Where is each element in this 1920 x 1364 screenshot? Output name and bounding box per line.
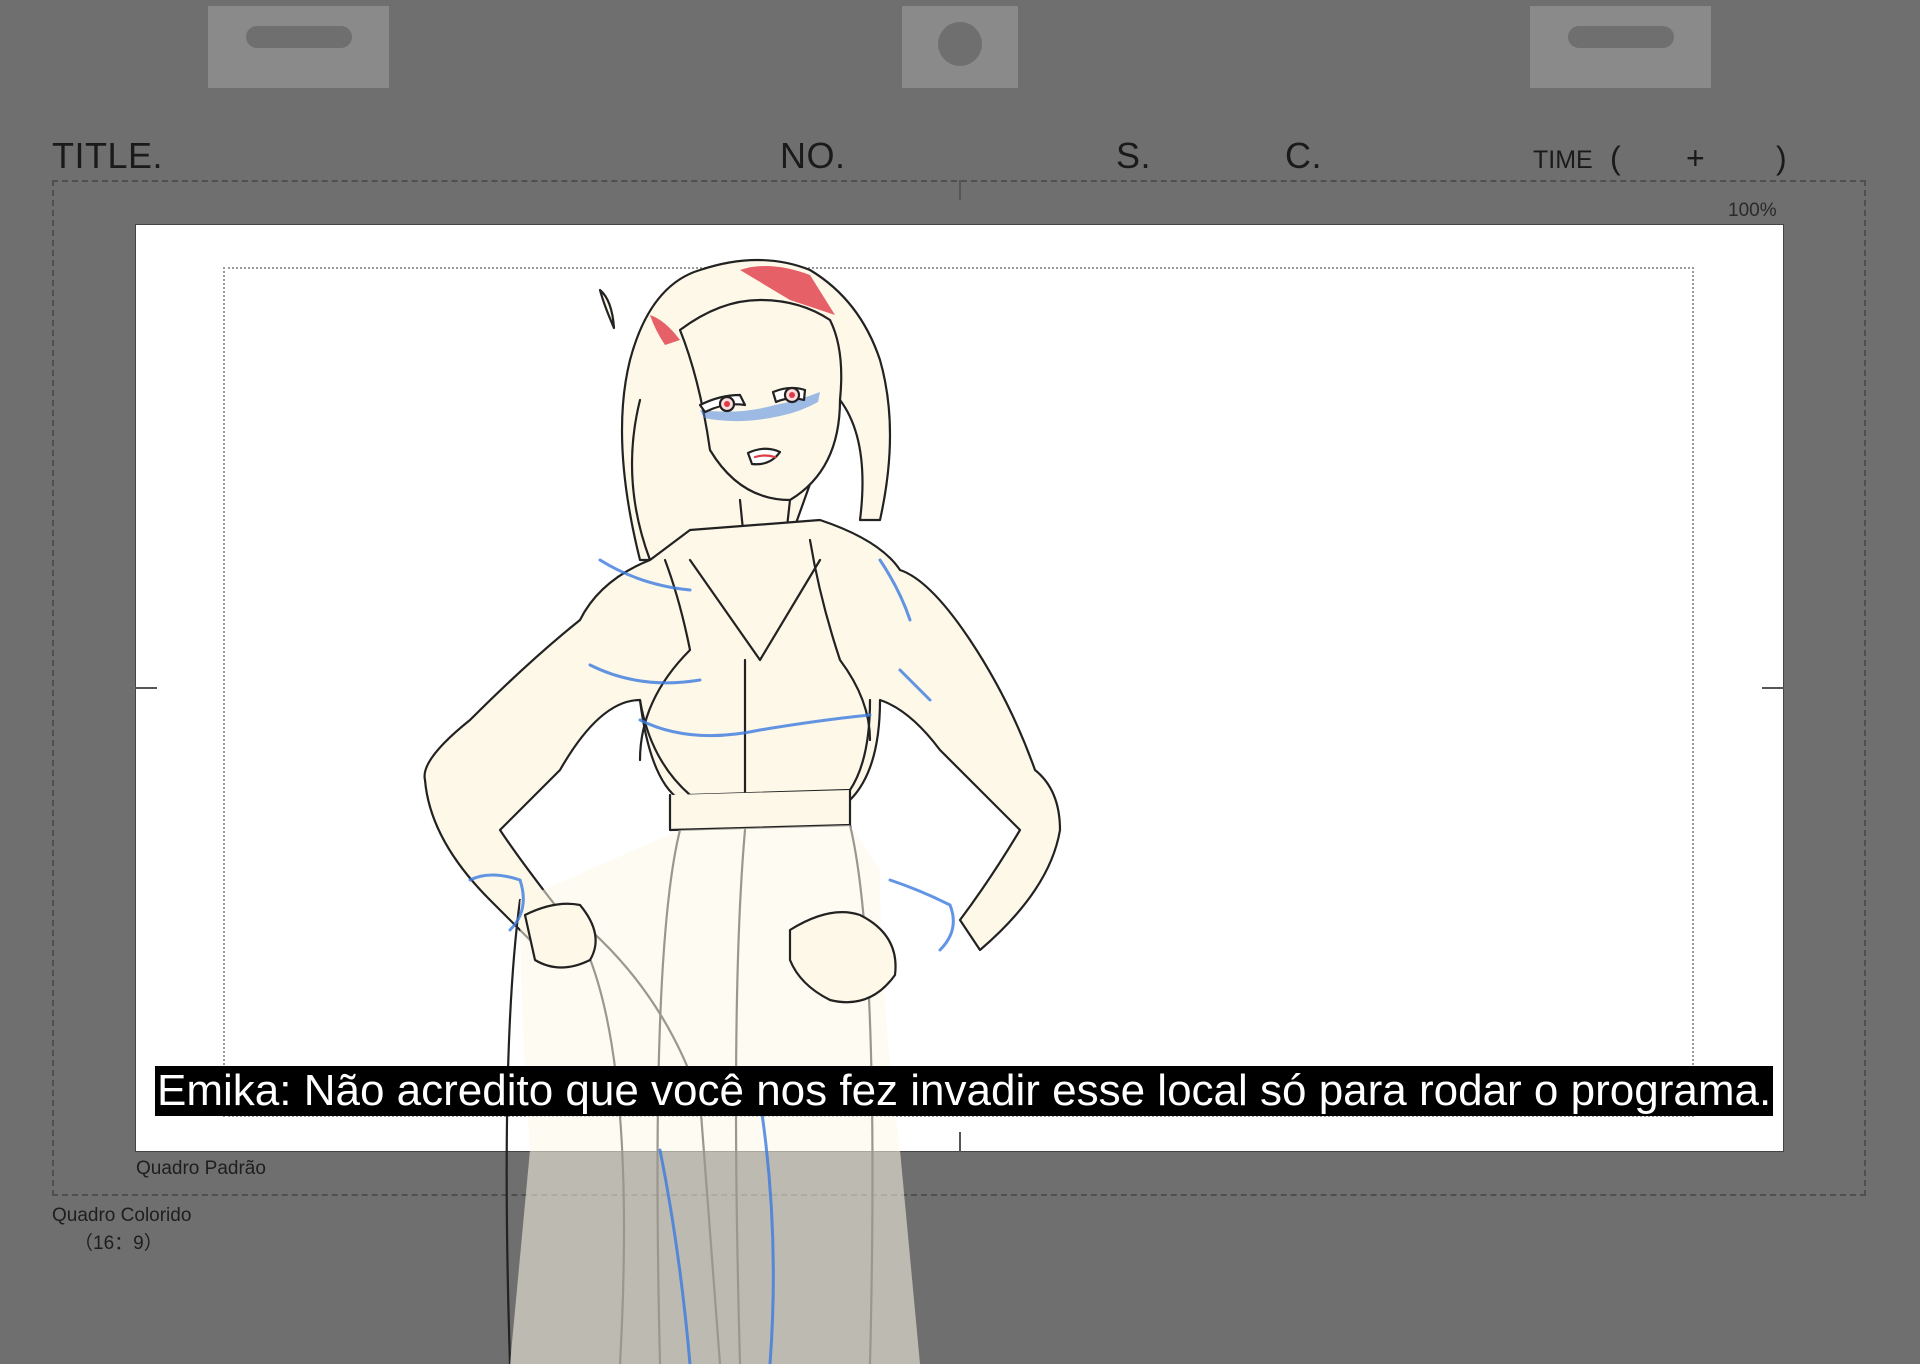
subtitle-dialogue: Emika: Não acredito que você nos fez inv… (155, 1066, 1774, 1116)
peg-hole-right (1530, 6, 1711, 88)
time-open-paren: ( (1610, 140, 1621, 176)
zoom-level: 100% (1728, 200, 1777, 221)
aspect-ratio-label: （16：9） (74, 1233, 163, 1254)
number-label: NO. (780, 135, 846, 176)
peg-hole-center (902, 6, 1018, 88)
center-cross-h (948, 687, 972, 688)
time-close-paren: ) (1776, 140, 1787, 176)
time-plus: + (1686, 140, 1705, 176)
center-cross-v (959, 676, 960, 700)
peg-hole-left (208, 6, 389, 88)
cut-label: C. (1285, 135, 1322, 176)
storyboard-page: TITLE. NO. S. C. TIME ( + ) 100% Emika: … (0, 0, 1920, 1364)
color-frame-label: Quadro Colorido (52, 1205, 192, 1226)
center-mark-top (959, 180, 961, 200)
time-label: TIME (1533, 146, 1593, 174)
center-mark-right (1762, 687, 1784, 689)
center-mark-left (135, 687, 157, 689)
center-mark-bottom (959, 1132, 961, 1152)
title-label: TITLE. (52, 135, 164, 176)
default-frame-label: Quadro Padrão (136, 1158, 266, 1179)
scene-label: S. (1116, 135, 1152, 176)
